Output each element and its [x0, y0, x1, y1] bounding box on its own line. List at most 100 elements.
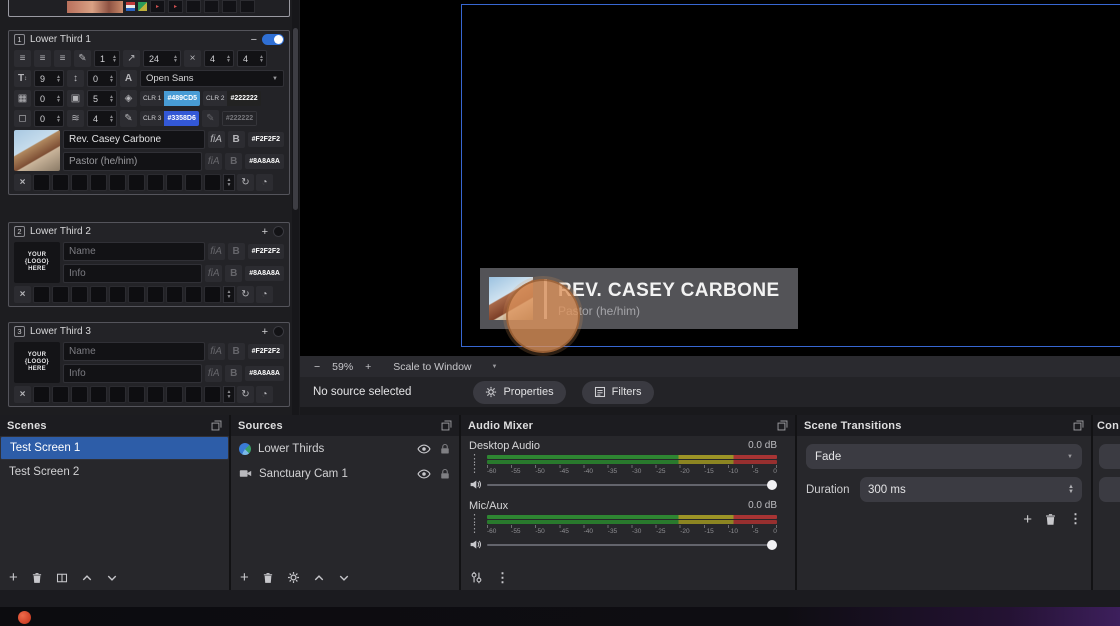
italic-icon[interactable]: ﬁA	[207, 243, 225, 260]
move-source-up-button[interactable]	[313, 572, 325, 584]
slot-button[interactable]	[52, 286, 69, 303]
collapse-button[interactable]: −	[251, 34, 257, 46]
align-right-icon[interactable]: ≡	[54, 50, 71, 67]
name-color-chip[interactable]: #F2F2F2	[247, 244, 284, 259]
info-color-chip[interactable]: #8A8A8A	[245, 366, 284, 381]
scene-item[interactable]: Test Screen 2	[0, 460, 229, 484]
name-color-chip[interactable]: #F2F2F2	[247, 132, 284, 147]
clear-icon[interactable]: ×	[14, 174, 31, 191]
slot-button[interactable]	[128, 174, 145, 191]
transition-select[interactable]: Fade ▼	[806, 444, 1082, 469]
expand-icon[interactable]: ×	[184, 50, 201, 67]
slot-button[interactable]	[52, 174, 69, 191]
timer-icon[interactable]: ◔	[256, 286, 273, 303]
bold-icon[interactable]: B	[227, 131, 245, 148]
slot-button[interactable]	[204, 0, 219, 13]
corner-radius-icon[interactable]: ◻	[14, 110, 31, 127]
slot-button[interactable]	[204, 286, 221, 303]
filters-button[interactable]: Filters	[581, 380, 654, 404]
slot-button[interactable]	[204, 174, 221, 191]
properties-button[interactable]: Properties	[473, 380, 566, 404]
timer-icon[interactable]: ◔	[256, 386, 273, 403]
slot-button[interactable]	[33, 386, 50, 403]
slot-button[interactable]: ▸	[168, 0, 183, 13]
italic-icon[interactable]: ﬁA	[205, 265, 223, 282]
mini-spinner[interactable]: ▲ ▼	[223, 174, 235, 191]
info-input[interactable]: Pastor (he/him)	[63, 152, 203, 171]
bold-icon[interactable]: B	[225, 153, 243, 170]
speaker-icon[interactable]	[469, 478, 483, 491]
color-2-picker[interactable]: CLR 2 #222222	[203, 91, 261, 106]
slot-button[interactable]	[186, 0, 201, 13]
slider-knob[interactable]	[767, 539, 777, 550]
expand-button[interactable]: +	[262, 226, 268, 238]
visibility-eye-icon[interactable]	[417, 467, 431, 481]
expand-button[interactable]: +	[262, 326, 268, 338]
pen-icon[interactable]: ✎	[120, 110, 137, 127]
slot-button[interactable]	[166, 174, 183, 191]
enable-toggle[interactable]	[273, 226, 284, 237]
remove-transition-button[interactable]	[1044, 513, 1057, 526]
logo-thumbnail[interactable]	[14, 130, 60, 171]
logo-placeholder[interactable]: YOUR {LOGO} HERE	[14, 242, 60, 283]
logo-offset-spinner[interactable]: 0 ▲ ▼	[34, 90, 64, 107]
slot-button[interactable]	[90, 286, 107, 303]
scale-mode-select[interactable]: Scale to Window	[393, 361, 471, 373]
clipped-button[interactable]	[1099, 444, 1120, 469]
mixer-menu-dots-icon[interactable]: ⋮	[496, 570, 509, 586]
resize-diagonal-icon[interactable]: ↗	[123, 50, 140, 67]
advanced-audio-icon[interactable]	[470, 571, 483, 584]
padding-x-spinner[interactable]: 4 ▲ ▼	[204, 50, 234, 67]
chevron-down-icon[interactable]: ▼	[492, 364, 498, 370]
channel-options-icon[interactable]: ⋮ ⋮	[469, 514, 483, 535]
spacing-spinner[interactable]: 0 ▲ ▼	[87, 70, 117, 87]
bold-icon[interactable]: B	[225, 365, 243, 382]
slot-button[interactable]	[185, 386, 202, 403]
source-item[interactable]: Sanctuary Cam 1	[231, 461, 459, 486]
slot-button[interactable]	[52, 386, 69, 403]
lock-icon[interactable]	[439, 443, 451, 455]
volume-slider[interactable]	[487, 479, 777, 490]
mini-spinner[interactable]: ▲ ▼	[223, 286, 235, 303]
image-icon[interactable]: ▦	[14, 90, 31, 107]
name-color-chip[interactable]: #F2F2F2	[247, 344, 284, 359]
layers-icon[interactable]: ▣	[67, 90, 84, 107]
popout-icon[interactable]	[1073, 420, 1084, 431]
vertical-spacing-icon[interactable]: ↕	[67, 70, 84, 87]
move-scene-up-button[interactable]	[81, 572, 93, 584]
line-height-spinner[interactable]: 9 ▲ ▼	[34, 70, 64, 87]
refresh-icon[interactable]: ↻	[237, 286, 254, 303]
slot-button[interactable]	[147, 386, 164, 403]
enable-toggle[interactable]	[262, 34, 284, 45]
slot-button[interactable]	[222, 0, 237, 13]
brush-icon[interactable]: ✎	[74, 50, 91, 67]
slot-button[interactable]	[128, 286, 145, 303]
zoom-out-button[interactable]: −	[314, 361, 320, 373]
duration-spinner[interactable]: 300 ms ▲ ▼	[860, 477, 1082, 502]
popout-icon[interactable]	[441, 420, 452, 431]
font-select[interactable]: Open Sans ▼	[140, 70, 284, 87]
speaker-icon[interactable]	[469, 538, 483, 551]
popout-icon[interactable]	[211, 420, 222, 431]
slot-button[interactable]	[90, 386, 107, 403]
mini-spinner[interactable]: ▲ ▼	[223, 386, 235, 403]
info-color-chip[interactable]: #8A8A8A	[245, 154, 284, 169]
italic-icon[interactable]: ﬁA	[207, 131, 225, 148]
timer-icon[interactable]: ◔	[256, 174, 273, 191]
remove-scene-button[interactable]	[31, 572, 43, 584]
color-3-picker[interactable]: CLR 3 #3358D6	[140, 111, 199, 126]
slot-button[interactable]: ▸	[150, 0, 165, 13]
slot-button[interactable]	[109, 386, 126, 403]
scene-item[interactable]: Test Screen 1	[0, 436, 229, 460]
font-size-spinner[interactable]: 24 ▲ ▼	[143, 50, 181, 67]
panel-scrollbar[interactable]	[292, 0, 299, 415]
preview-canvas[interactable]: REV. CASEY CARBONE Pastor (he/him)	[300, 0, 1120, 356]
name-input[interactable]: Rev. Casey Carbone	[63, 130, 205, 149]
slot-button[interactable]	[185, 286, 202, 303]
slot-button[interactable]	[166, 386, 183, 403]
channel-options-icon[interactable]: ⋮ ⋮	[469, 454, 483, 475]
slot-button[interactable]	[166, 286, 183, 303]
source-item[interactable]: Lower Thirds	[231, 436, 459, 461]
clipped-button[interactable]	[1099, 477, 1120, 502]
slot-button[interactable]	[90, 174, 107, 191]
